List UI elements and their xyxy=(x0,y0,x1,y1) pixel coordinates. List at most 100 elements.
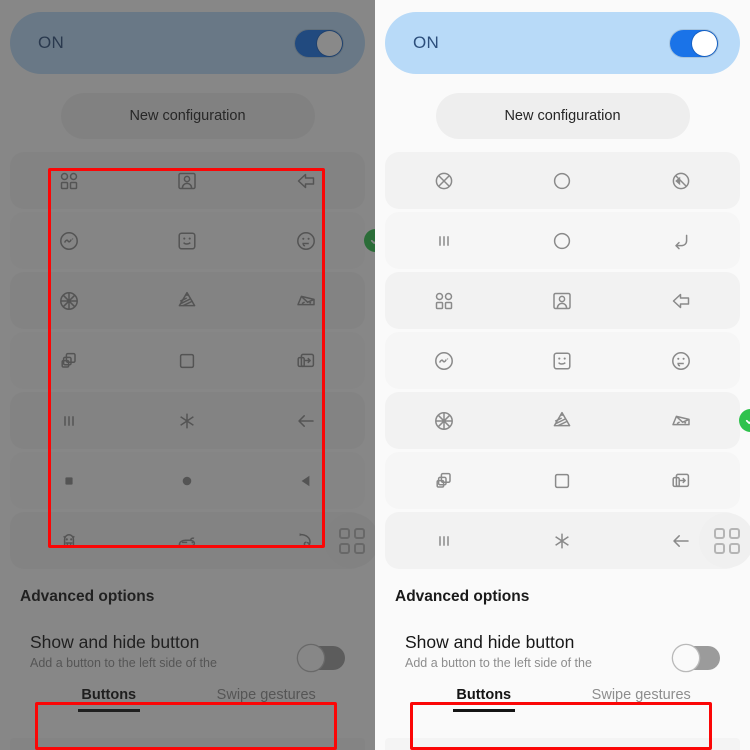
icon-cell-circle-squiggle-icon[interactable] xyxy=(10,212,128,269)
icon-cell-segmented-circle-icon[interactable] xyxy=(385,392,503,449)
icon-cell-square-arrow-in-icon[interactable] xyxy=(622,452,740,509)
icon-row[interactable] xyxy=(10,512,365,569)
master-toggle[interactable] xyxy=(670,29,718,57)
panel-right-active: ON New configuration Advanced options Sho… xyxy=(375,0,750,750)
icon-cell-circle-face-icon[interactable] xyxy=(247,738,365,750)
new-configuration-button[interactable]: New configuration xyxy=(60,93,315,139)
icon-cell-square-arrow-in-icon[interactable] xyxy=(247,332,365,389)
tab-buttons[interactable]: Buttons xyxy=(405,687,563,718)
icon-cell-solid-square-icon[interactable] xyxy=(10,452,128,509)
square-smiley-icon xyxy=(551,350,573,372)
icon-cell-grid-dots-icon[interactable] xyxy=(385,272,503,329)
icon-cell-stacked-squares-icon[interactable] xyxy=(385,452,503,509)
icon-cell-circle-face-icon[interactable] xyxy=(247,212,365,269)
tab-buttons[interactable]: Buttons xyxy=(30,687,188,718)
icon-cell-open-envelope-icon[interactable] xyxy=(622,738,740,750)
icon-cell-solid-circle-icon[interactable] xyxy=(128,452,246,509)
square-outline-icon xyxy=(551,470,573,492)
icon-cell-grid-dots-icon[interactable] xyxy=(10,152,128,209)
icon-row[interactable] xyxy=(385,512,740,569)
toggle-knob xyxy=(673,645,699,671)
icon-cell-three-bars-icon[interactable] xyxy=(10,392,128,449)
new-configuration-button[interactable]: New configuration xyxy=(435,93,690,139)
on-banner[interactable]: ON xyxy=(10,12,365,74)
icon-cell-segmented-circle-icon[interactable] xyxy=(10,272,128,329)
icon-row[interactable] xyxy=(10,332,365,389)
tab-swipe-gestures-label: Swipe gestures xyxy=(216,687,316,704)
on-banner[interactable]: ON xyxy=(385,12,740,74)
icon-cell-folded-envelope-icon[interactable] xyxy=(503,738,621,750)
icon-cell-square-outline-icon[interactable] xyxy=(128,332,246,389)
icon-cell-circle-face-icon[interactable] xyxy=(622,332,740,389)
toggle-knob xyxy=(298,645,324,671)
icon-cell-arrow-left-pentagon-icon[interactable] xyxy=(622,272,740,329)
tab-swipe-gestures[interactable]: Swipe gestures xyxy=(563,687,721,718)
icon-cell-solid-triangle-left-icon[interactable] xyxy=(247,452,365,509)
tab-swipe-gestures[interactable]: Swipe gestures xyxy=(188,687,346,718)
selected-check-badge xyxy=(364,229,375,252)
banner-area: ON xyxy=(0,0,375,74)
show-hide-title: Show and hide button xyxy=(405,632,575,652)
bottom-strip-area xyxy=(0,728,375,750)
icon-cell-arrow-left-pentagon-icon[interactable] xyxy=(247,152,365,209)
icon-row[interactable] xyxy=(10,212,375,269)
icon-cell-circle-squiggle-icon[interactable] xyxy=(10,738,128,750)
stacked-squares-icon xyxy=(433,470,455,492)
icon-cell-square-outline-icon[interactable] xyxy=(503,452,621,509)
icon-row[interactable] xyxy=(385,452,740,509)
open-envelope-icon xyxy=(295,290,317,312)
icon-cell-circle-squiggle-icon[interactable] xyxy=(385,332,503,389)
icon-cell-open-envelope-icon[interactable] xyxy=(622,392,740,449)
circle-arrow-left-icon xyxy=(670,170,692,192)
show-hide-subtitle: Add a button to the left side of the xyxy=(30,656,217,671)
arrow-left-icon xyxy=(670,530,692,552)
tab-bar: Buttons Swipe gestures xyxy=(405,687,720,718)
banner-area: ON xyxy=(375,0,750,74)
icon-cell-three-bars-icon[interactable] xyxy=(385,512,503,569)
icon-cell-asterisk-icon[interactable] xyxy=(128,392,246,449)
icon-cell-asterisk-icon[interactable] xyxy=(503,512,621,569)
card-header: Show and hide button Add a button to the… xyxy=(405,632,720,671)
solid-square-icon xyxy=(58,470,80,492)
icon-cell-person-frame-icon[interactable] xyxy=(128,152,246,209)
icon-row[interactable] xyxy=(385,332,740,389)
icon-cell-stacked-squares-icon[interactable] xyxy=(10,332,128,389)
icon-row[interactable] xyxy=(385,392,750,449)
icon-cell-three-bars-icon[interactable] xyxy=(385,212,503,269)
icon-cell-paw-face-icon[interactable] xyxy=(10,512,128,569)
selected-configuration-strip[interactable] xyxy=(10,737,365,750)
icon-cell-folded-envelope-icon[interactable] xyxy=(503,392,621,449)
icon-row[interactable] xyxy=(10,152,365,209)
master-toggle[interactable] xyxy=(295,29,343,57)
icon-row[interactable] xyxy=(385,212,740,269)
icon-cell-folded-envelope-icon[interactable] xyxy=(128,272,246,329)
icon-cell-person-frame-icon[interactable] xyxy=(503,272,621,329)
tab-underline xyxy=(452,709,515,712)
icon-row[interactable] xyxy=(10,272,365,329)
icon-cell-arrow-left-icon[interactable] xyxy=(247,392,365,449)
show-hide-toggle[interactable] xyxy=(673,645,720,671)
show-hide-toggle[interactable] xyxy=(298,645,345,671)
icon-cell-circle-arrow-left-icon[interactable] xyxy=(622,152,740,209)
icon-row[interactable] xyxy=(10,452,365,509)
tab-buttons-label: Buttons xyxy=(456,687,512,704)
icon-cell-circle-x-icon[interactable] xyxy=(385,152,503,209)
icon-cell-circle-outline-icon[interactable] xyxy=(503,152,621,209)
grid-fab-icon[interactable] xyxy=(699,513,750,568)
grid-fab-icon[interactable] xyxy=(324,513,375,568)
circle-outline-icon xyxy=(551,170,573,192)
icon-cell-square-smiley-icon[interactable] xyxy=(128,212,246,269)
icon-cell-resting-animal-icon[interactable] xyxy=(128,512,246,569)
icon-cell-segmented-circle-icon[interactable] xyxy=(385,738,503,750)
icon-cell-open-envelope-icon[interactable] xyxy=(247,272,365,329)
icon-cell-square-smiley-icon[interactable] xyxy=(128,738,246,750)
icon-row[interactable] xyxy=(385,152,740,209)
icon-row[interactable] xyxy=(385,272,740,329)
advanced-options-heading: Advanced options xyxy=(395,588,530,605)
icon-cell-square-smiley-icon[interactable] xyxy=(503,332,621,389)
folded-envelope-icon xyxy=(176,290,198,312)
icon-cell-return-arrow-icon[interactable] xyxy=(622,212,740,269)
selected-configuration-strip[interactable] xyxy=(385,737,740,750)
icon-cell-circle-outline-icon[interactable] xyxy=(503,212,621,269)
icon-row[interactable] xyxy=(10,392,365,449)
